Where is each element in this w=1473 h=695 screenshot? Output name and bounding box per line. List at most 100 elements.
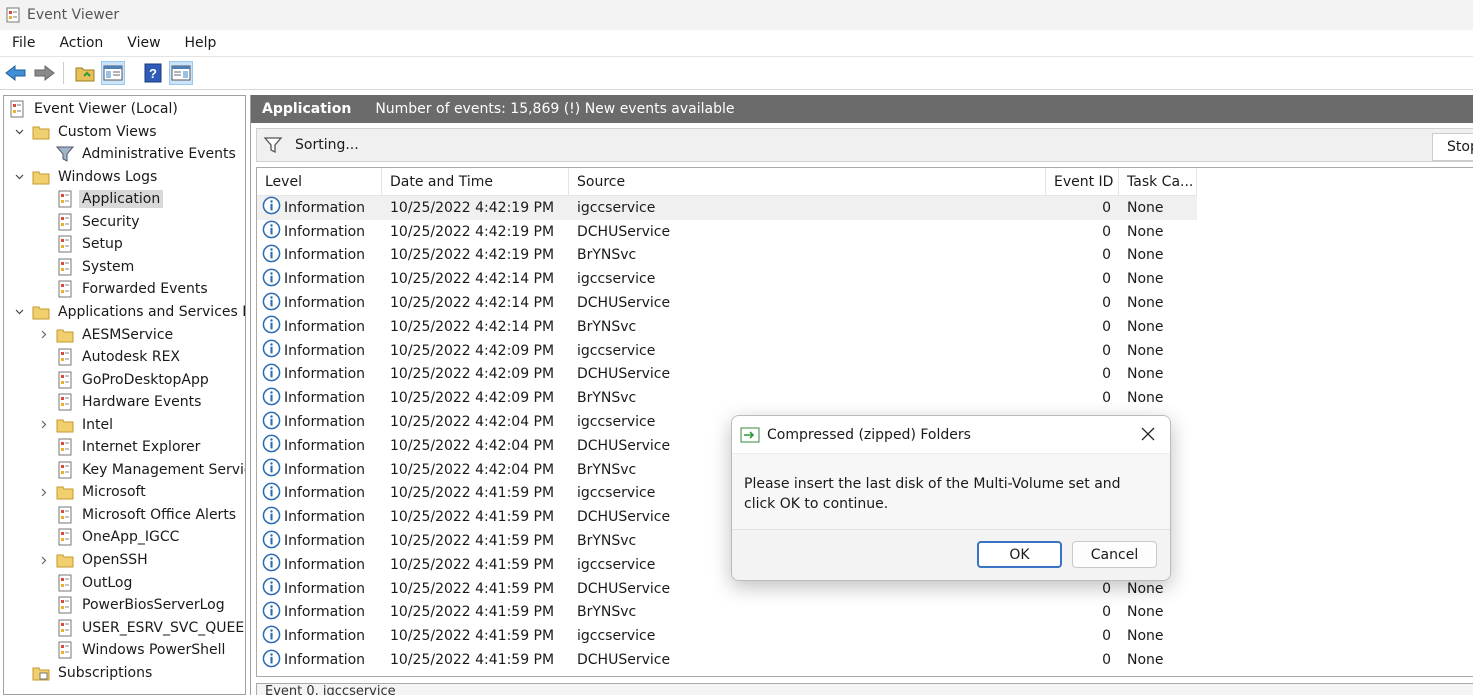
tree-item[interactable]: Autodesk REX — [56, 346, 183, 368]
ok-button[interactable]: OK — [977, 541, 1062, 568]
information-icon — [262, 387, 284, 410]
table-row[interactable]: Information 10/25/2022 4:42:09 PM DCHUServ… — [257, 363, 1197, 387]
console-tree-icon — [103, 65, 123, 81]
cell-task-category-text: None — [1127, 390, 1164, 407]
stop-button[interactable]: Stop — [1432, 133, 1473, 161]
help-icon: ? — [144, 63, 162, 83]
menu-view[interactable]: View — [115, 35, 172, 51]
menu-help[interactable]: Help — [173, 35, 229, 51]
chevron-right-icon[interactable] — [38, 555, 48, 565]
table-row[interactable]: Information 10/25/2022 4:42:14 PM BrYNSvc 0… — [257, 315, 1197, 339]
log-icon — [56, 258, 74, 276]
tree-item[interactable]: OneApp_IGCC — [56, 526, 182, 548]
cell-date-time-text: 10/25/2022 4:42:04 PM — [390, 461, 555, 478]
tree-item[interactable]: System — [56, 256, 137, 278]
tree-item[interactable]: Key Management Service — [56, 459, 245, 481]
tree-item[interactable]: Setup — [56, 233, 126, 255]
tree-item-label: Administrative Events — [82, 146, 236, 163]
tree-item-label: OneApp_IGCC — [82, 529, 180, 546]
tree-item-label: Microsoft Office Alerts — [82, 506, 237, 523]
table-row[interactable]: Information 10/25/2022 4:42:09 PM BrYNSvc 0… — [257, 386, 1197, 410]
cell-level: Information — [257, 363, 382, 387]
tree-item[interactable]: Application — [56, 188, 164, 210]
column-header-task-category[interactable]: Task Ca... — [1119, 168, 1197, 196]
table-row[interactable]: Information 10/25/2022 4:42:19 PM BrYNSvc 0… — [257, 244, 1197, 268]
table-row[interactable]: Information 10/25/2022 4:42:19 PM DCHUServ… — [257, 220, 1197, 244]
chevron-down-icon[interactable] — [14, 172, 24, 182]
tree-item[interactable]: GoProDesktopApp — [56, 369, 212, 391]
folder-icon — [56, 551, 74, 569]
tree-item[interactable]: Applications and Services Logs — [15, 301, 245, 323]
information-icon — [262, 458, 284, 481]
chevron-down-icon[interactable] — [14, 307, 24, 317]
chevron-down-icon[interactable] — [14, 127, 24, 137]
tree-item[interactable]: USER_ESRV_SVC_QUEENCREEK — [56, 617, 245, 639]
cell-task-category-text: None — [1127, 247, 1164, 264]
tree-item[interactable]: Subscriptions — [32, 662, 155, 684]
forward-button[interactable] — [32, 61, 56, 85]
menu-action[interactable]: Action — [47, 35, 115, 51]
open-folder-button[interactable] — [73, 61, 97, 85]
show-action-pane-button[interactable] — [169, 61, 193, 85]
menu-file[interactable]: File — [0, 35, 47, 51]
cell-source-text: BrYNSvc — [577, 461, 637, 478]
tree-item[interactable]: Microsoft — [41, 481, 149, 503]
cell-source-text: BrYNSvc — [577, 390, 637, 407]
cell-level: Information — [257, 505, 382, 529]
event-viewer-icon — [6, 7, 20, 23]
cell-level: Information — [257, 291, 382, 315]
cell-source-text: DCHUService — [577, 223, 671, 240]
show-console-tree-button[interactable] — [101, 61, 125, 85]
tree-item[interactable]: Windows Logs — [15, 166, 160, 188]
back-button[interactable] — [4, 61, 28, 85]
dialog-close-button[interactable] — [1138, 424, 1158, 444]
cell-level: Information — [257, 220, 382, 244]
cell-level-text: Information — [284, 461, 366, 478]
chevron-right-icon[interactable] — [38, 420, 48, 430]
table-row[interactable]: Information 10/25/2022 4:41:59 PM DCHUServ… — [257, 648, 1197, 672]
cell-date-time: 10/25/2022 4:42:04 PM — [382, 434, 569, 458]
tree-item[interactable]: Security — [56, 211, 143, 233]
cell-level-text: Information — [284, 604, 366, 621]
tree-item[interactable]: PowerBiosServerLog — [56, 594, 228, 616]
cancel-button[interactable]: Cancel — [1072, 541, 1157, 568]
cell-level: Information — [257, 386, 382, 410]
table-row[interactable]: Information 10/25/2022 4:42:09 PM igccserv… — [257, 339, 1197, 363]
tree-item[interactable]: Hardware Events — [56, 391, 204, 413]
column-header-source[interactable]: Source — [569, 168, 1046, 196]
table-row[interactable]: Information 10/25/2022 4:42:14 PM igccserv… — [257, 267, 1197, 291]
cell-level-text: Information — [284, 652, 366, 669]
cell-date-time: 10/25/2022 4:41:59 PM — [382, 482, 569, 506]
tree-item[interactable]: Forwarded Events — [56, 278, 211, 300]
information-icon — [262, 625, 284, 648]
log-icon — [56, 619, 74, 637]
column-header-date[interactable]: Date and Time — [382, 168, 569, 196]
tree-item[interactable]: OutLog — [56, 572, 135, 594]
cell-source: DCHUService — [569, 220, 1046, 244]
table-row[interactable]: Information 10/25/2022 4:42:14 PM DCHUServ… — [257, 291, 1197, 315]
cell-task-category-text: None — [1127, 628, 1164, 645]
cell-source: igccservice — [569, 624, 1046, 648]
tree-item[interactable]: Event Viewer (Local) — [8, 98, 181, 120]
cell-event-id: 0 — [1046, 339, 1119, 363]
cell-date-time-text: 10/25/2022 4:41:59 PM — [390, 556, 555, 573]
tree-item[interactable]: AESMService — [41, 324, 176, 346]
tree-item[interactable]: Intel — [41, 414, 116, 436]
tree-item[interactable]: OpenSSH — [41, 549, 151, 571]
column-header-level[interactable]: Level — [257, 168, 382, 196]
help-button[interactable]: ? — [141, 61, 165, 85]
table-row[interactable]: Information 10/25/2022 4:42:19 PM igccserv… — [257, 196, 1197, 220]
table-row[interactable]: Information 10/25/2022 4:41:59 PM BrYNSvc 0… — [257, 601, 1197, 625]
tree-item[interactable]: Custom Views — [15, 121, 160, 143]
cell-date-time: 10/25/2022 4:42:09 PM — [382, 363, 569, 387]
tree-item[interactable]: Windows PowerShell — [56, 639, 228, 661]
table-row[interactable]: Information 10/25/2022 4:41:59 PM igccserv… — [257, 624, 1197, 648]
chevron-right-icon[interactable] — [38, 330, 48, 340]
tree-item[interactable]: Microsoft Office Alerts — [56, 504, 239, 526]
column-header-event-id[interactable]: Event ID — [1046, 168, 1119, 196]
cell-date-time: 10/25/2022 4:42:14 PM — [382, 267, 569, 291]
cell-date-time-text: 10/25/2022 4:42:14 PM — [390, 295, 555, 312]
tree-item[interactable]: Internet Explorer — [56, 436, 203, 458]
chevron-right-icon[interactable] — [38, 487, 48, 497]
tree-item[interactable]: Administrative Events — [55, 143, 239, 165]
